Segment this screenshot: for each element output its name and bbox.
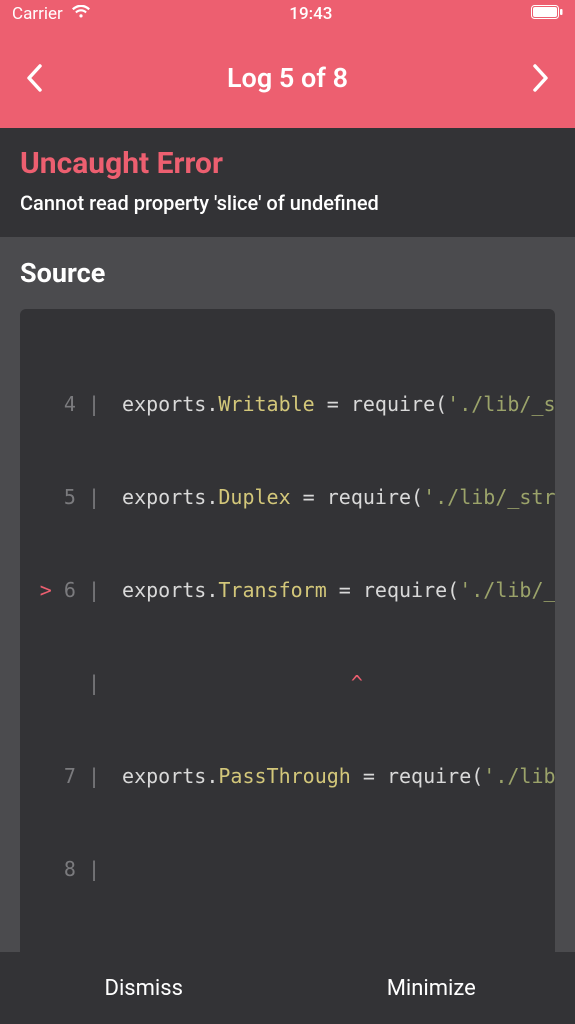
- page-title: Log 5 of 8: [227, 62, 348, 94]
- source-code: 4 | exports.Writable = require('./lib/_s…: [20, 309, 555, 952]
- status-time: 19:43: [91, 4, 531, 24]
- source-block: 4 | exports.Writable = require('./lib/_s…: [20, 309, 555, 952]
- source-heading: Source: [20, 257, 555, 289]
- error-title: Uncaught Error: [20, 146, 555, 181]
- chevron-left-icon: [26, 64, 42, 92]
- status-left: Carrier: [12, 4, 91, 24]
- chevron-right-icon: [533, 64, 549, 92]
- status-right: [531, 4, 563, 24]
- error-message: Cannot read property 'slice' of undefine…: [20, 191, 555, 215]
- code-line: 5 | exports.Duplex = require('./lib/_str…: [20, 482, 555, 513]
- code-line: 4 | exports.Writable = require('./lib/_s…: [20, 389, 555, 420]
- dismiss-button[interactable]: Dismiss: [0, 956, 288, 1021]
- status-bar: Carrier 19:43: [0, 0, 575, 28]
- carrier-label: Carrier: [12, 4, 63, 24]
- code-line: 7 | exports.PassThrough = require('./lib…: [20, 761, 555, 792]
- code-caret-line: | ^: [20, 668, 555, 699]
- battery-icon: [531, 4, 563, 24]
- nav-bar: Log 5 of 8: [0, 28, 575, 128]
- back-button[interactable]: [22, 60, 46, 96]
- error-banner: Uncaught Error Cannot read property 'sli…: [0, 128, 575, 237]
- content-scroll[interactable]: Source 4 | exports.Writable = require('.…: [0, 237, 575, 952]
- code-line: 8 |: [20, 854, 555, 885]
- minimize-button[interactable]: Minimize: [288, 956, 575, 1021]
- wifi-icon: [71, 4, 91, 24]
- bottom-bar: Dismiss Minimize: [0, 952, 575, 1024]
- forward-button[interactable]: [529, 60, 553, 96]
- code-line-highlighted: > 6 | exports.Transform = require('./lib…: [20, 575, 555, 606]
